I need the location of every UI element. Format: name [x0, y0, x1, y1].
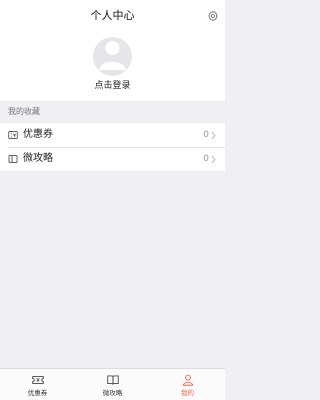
- list-item-label: 优惠券: [23, 129, 53, 140]
- tab-label: 微攻略: [102, 389, 123, 397]
- login-link[interactable]: 点击登录: [0, 80, 225, 92]
- person-tab-icon: [181, 373, 195, 387]
- favorites-section-title: 我的收藏: [0, 101, 225, 123]
- list-item-coupons[interactable]: 优惠券 0: [0, 123, 225, 147]
- tab-mine[interactable]: 我的: [150, 369, 225, 400]
- list-item-count: 0: [203, 130, 209, 140]
- avatar[interactable]: [93, 37, 132, 76]
- list-item-guides[interactable]: 微攻略 0: [0, 147, 225, 171]
- list-item-label: 微攻略: [23, 153, 53, 164]
- tab-bar: 优惠券 微攻略 我的: [0, 368, 225, 400]
- coupon-icon: [8, 130, 18, 140]
- coupon-tab-icon: [31, 373, 45, 387]
- page-title: 个人中心: [90, 9, 135, 22]
- header-area: 个人中心 点击登录: [0, 0, 225, 101]
- tab-coupons[interactable]: 优惠券: [0, 369, 75, 400]
- gear-icon: [207, 7, 219, 26]
- book-icon: [8, 154, 18, 164]
- tab-label: 优惠券: [27, 389, 48, 397]
- tab-label: 我的: [181, 389, 194, 397]
- settings-button[interactable]: [206, 9, 220, 23]
- profile-page: 个人中心 点击登录 我的收藏 优惠券 0 微攻略 0 优惠券 微攻略 我的: [0, 0, 225, 400]
- favorites-list: 优惠券 0 微攻略 0: [0, 123, 225, 171]
- chevron-right-icon: [211, 131, 217, 140]
- user-avatar-icon: [93, 37, 132, 76]
- list-item-count: 0: [203, 154, 209, 164]
- tab-guides[interactable]: 微攻略: [75, 369, 150, 400]
- book-tab-icon: [106, 373, 120, 387]
- chevron-right-icon: [211, 155, 217, 164]
